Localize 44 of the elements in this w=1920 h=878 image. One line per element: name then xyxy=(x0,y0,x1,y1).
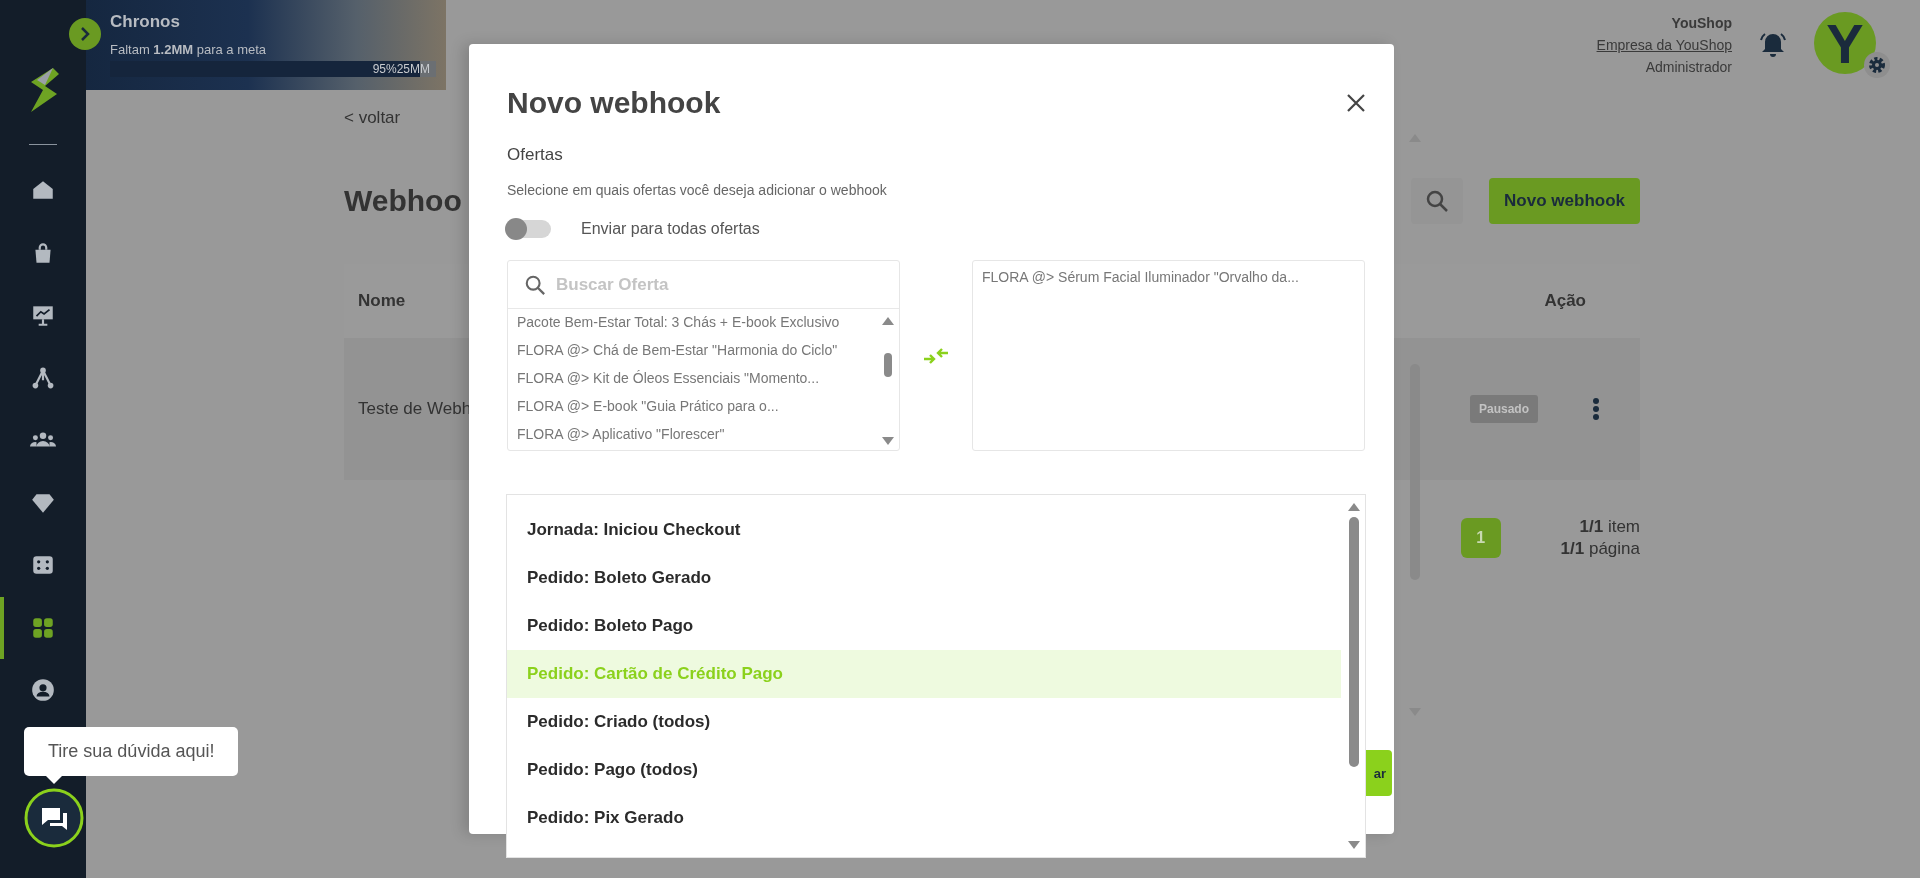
banner-title: Chronos xyxy=(110,12,181,32)
offer-option[interactable]: FLORA @> Kit de Óleos Essenciais "Momento... xyxy=(517,365,869,393)
page-count: 1/1 página xyxy=(1560,538,1640,560)
toggle-switch[interactable] xyxy=(507,220,551,238)
new-webhook-button[interactable]: Novo webhook xyxy=(1489,178,1640,224)
more-options-icon[interactable] xyxy=(1592,397,1600,421)
company-name: YouShop xyxy=(1671,14,1732,33)
user-role: Administrador xyxy=(1645,58,1732,77)
dropdown-option[interactable]: Pedido: Pix Gerado xyxy=(507,794,1341,842)
avatar[interactable]: Y xyxy=(1814,12,1876,74)
user-circle-icon xyxy=(30,677,56,704)
modal-title: Novo webhook xyxy=(507,86,721,120)
search-button[interactable] xyxy=(1411,178,1464,224)
offer-option[interactable]: FLORA @> Chá de Bem-Estar "Harmonia do Ciclo" xyxy=(517,337,869,365)
column-header: Nome xyxy=(358,291,406,311)
status-badge: Pausado xyxy=(1470,395,1538,423)
dropdown-option[interactable]: Jornada: Iniciou Checkout xyxy=(507,506,1341,554)
offer-option[interactable]: FLORA @> Aplicativo "Florescer" xyxy=(517,421,869,449)
back-link[interactable]: < voltar xyxy=(344,108,401,128)
chat-button-icon[interactable] xyxy=(24,788,84,848)
offer-option[interactable]: Pacote Bem-Estar Total: 3 Chás + E-book Exclusivo xyxy=(517,309,869,337)
search-icon xyxy=(524,273,546,296)
help-tooltip: Tire sua dúvida aqui! xyxy=(24,727,239,776)
section-description: Selecione em quais ofertas você deseja adicionar o webhook xyxy=(507,182,888,198)
search-icon xyxy=(1425,189,1450,213)
page-title: Webhoo xyxy=(344,184,462,218)
gear-icon[interactable] xyxy=(1864,52,1890,78)
dropdown-option[interactable]: Pedido: Boleto Gerado xyxy=(507,554,1341,602)
dropdown-option[interactable]: Pedido: Pago (todos) xyxy=(507,746,1341,794)
company-link[interactable]: Empresa da YouShop xyxy=(1596,34,1732,56)
section-title: Ofertas xyxy=(507,145,564,165)
toggle-label: Enviar para todas ofertas xyxy=(581,220,760,238)
progress-goal: 25MM xyxy=(396,62,430,76)
column-header: Ação xyxy=(1544,291,1586,311)
close-icon[interactable] xyxy=(1346,93,1366,113)
dropdown-option[interactable]: Pedido: Boleto Pago xyxy=(507,602,1341,650)
banner-subtitle: Faltam 1.2MM para a meta xyxy=(110,42,268,57)
dropdown-option[interactable]: Pedido: Criado (todos) xyxy=(507,698,1341,746)
selected-offer[interactable]: FLORA @> Sérum Facial Iluminador "Orvalho da... xyxy=(982,269,1355,285)
progress-percent: 95% xyxy=(372,62,397,76)
item-count: 1/1 item xyxy=(1579,516,1640,538)
offer-option[interactable]: FLORA @> E-book "Guia Prático para o... xyxy=(517,393,869,421)
table-cell: Teste de Webh xyxy=(358,399,472,419)
bell-icon[interactable] xyxy=(1758,30,1788,60)
